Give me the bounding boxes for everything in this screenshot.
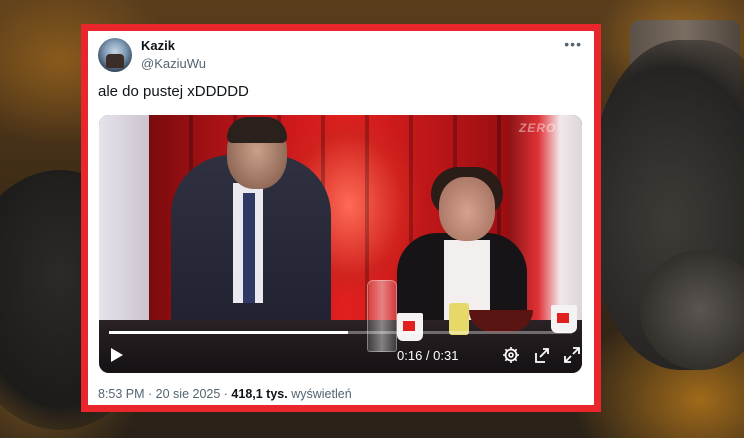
more-icon[interactable]: •••	[564, 36, 582, 52]
author-name[interactable]: Kazik	[141, 38, 175, 53]
views-count: 418,1 tys.	[231, 387, 288, 401]
tweet-timestamp[interactable]: 8:53 PM · 20 sie 2025	[98, 387, 220, 401]
tweet-card: Kazik @KaziuWu ••• ale do pustej xDDDDD …	[88, 31, 594, 405]
video-player[interactable]: ZERO 0:16 / 0:31	[99, 115, 582, 373]
presenter-tie	[243, 193, 255, 303]
video-progress-bar[interactable]	[109, 331, 572, 334]
tweet-header: Kazik @KaziuWu •••	[96, 36, 586, 76]
red-frame: Kazik @KaziuWu ••• ale do pustej xDDDDD …	[81, 24, 601, 412]
presenter-hair	[227, 117, 287, 143]
water-carafe	[367, 280, 397, 352]
avatar[interactable]	[98, 38, 132, 72]
mug-right	[551, 305, 577, 333]
channel-logo: ZERO	[519, 121, 557, 135]
settings-icon[interactable]	[502, 346, 520, 364]
video-time: 0:16 / 0:31	[397, 348, 459, 363]
guest-head	[439, 177, 495, 241]
share-icon[interactable]	[533, 346, 551, 364]
views-label: wyświetleń	[291, 387, 352, 401]
mug-left	[397, 313, 423, 341]
author-handle[interactable]: @KaziuWu	[141, 56, 206, 71]
fullscreen-icon[interactable]	[563, 346, 581, 364]
play-icon[interactable]	[111, 348, 123, 362]
tweet-text: ale do pustej xDDDDD	[98, 83, 249, 100]
video-progress-fill	[109, 331, 348, 334]
tweet-footer: 8:53 PM · 20 sie 2025 · 418,1 tys. wyświ…	[98, 387, 352, 401]
